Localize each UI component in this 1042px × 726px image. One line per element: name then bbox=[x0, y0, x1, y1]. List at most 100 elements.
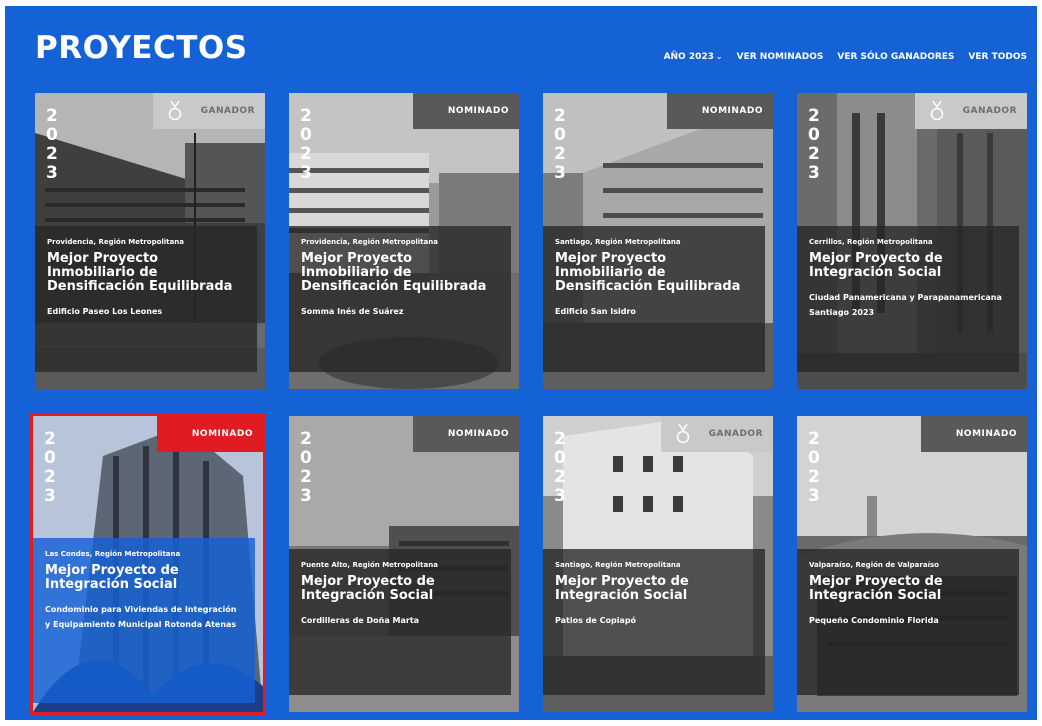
year-digit: 0 bbox=[554, 125, 566, 145]
project-name: Cordilleras de Doña Marta bbox=[301, 616, 420, 625]
year-vertical: 2023 bbox=[46, 107, 58, 183]
year-digit: 0 bbox=[300, 448, 312, 468]
project-location: Santiago, Región Metropolitana bbox=[555, 238, 681, 246]
project-info: Santiago, Región Metropolitana Mejor Pro… bbox=[543, 549, 765, 695]
badge-label: NOMINADO bbox=[447, 106, 509, 116]
year-digit: 3 bbox=[300, 486, 312, 506]
year-digit: 2 bbox=[46, 106, 58, 126]
project-card-8[interactable]: 2023 NOMINADO Valparaíso, Región de Valp… bbox=[797, 416, 1027, 712]
nominated-badge: NOMINADO bbox=[413, 93, 519, 129]
year-digit: 3 bbox=[808, 163, 820, 183]
year-digit: 0 bbox=[46, 125, 58, 145]
project-name: Patios de Copiapó bbox=[555, 616, 637, 625]
view-nominated-link[interactable]: VER NOMINADOS bbox=[737, 52, 824, 62]
filter-nav: AÑO 2023 ⌄ VER NOMINADOS VER SÓLO GANADOR… bbox=[664, 52, 1027, 62]
year-digit: 2 bbox=[808, 467, 820, 487]
year-digit: 0 bbox=[300, 125, 312, 145]
project-name: Condominio para Viviendas de Integración… bbox=[45, 605, 237, 629]
year-digit: 2 bbox=[300, 106, 312, 126]
year-vertical: 2023 bbox=[300, 430, 312, 506]
winner-badge: GANADOR bbox=[915, 93, 1027, 129]
project-name: Somma Inés de Suárez bbox=[301, 307, 404, 316]
project-location: Providencia, Región Metropolitana bbox=[47, 238, 184, 246]
year-vertical: 2023 bbox=[554, 107, 566, 183]
project-card-1[interactable]: 2023 GANADOR Providencia, Región Metropo… bbox=[35, 93, 265, 389]
year-digit: 0 bbox=[808, 448, 820, 468]
project-name: Ciudad Panamericana y Parapanamericana S… bbox=[809, 293, 1002, 317]
medal-icon bbox=[676, 424, 690, 444]
year-digit: 0 bbox=[808, 125, 820, 145]
year-digit: 0 bbox=[44, 448, 56, 468]
project-category: Mejor Proyecto de Integración Social bbox=[809, 251, 943, 280]
project-card-6[interactable]: 2023 NOMINADO Puente Alto, Región Metrop… bbox=[289, 416, 519, 712]
project-card-3[interactable]: 2023 NOMINADO Santiago, Región Metropoli… bbox=[543, 93, 773, 389]
project-location: Valparaíso, Región de Valparaíso bbox=[809, 561, 939, 569]
project-card-4[interactable]: 2023 GANADOR Cerrillos, Región Metropoli… bbox=[797, 93, 1027, 389]
project-info: Santiago, Región Metropolitana Mejor Pro… bbox=[543, 226, 765, 372]
winner-badge: GANADOR bbox=[153, 93, 265, 129]
project-card-2[interactable]: 2023 NOMINADO Providencia, Región Metrop… bbox=[289, 93, 519, 389]
year-vertical: 2023 bbox=[300, 107, 312, 183]
project-category: Mejor Proyecto Inmobiliario de Densifica… bbox=[301, 251, 487, 294]
badge-label: NOMINADO bbox=[955, 429, 1017, 439]
year-digit: 2 bbox=[554, 467, 566, 487]
badge-label: NOMINADO bbox=[447, 429, 509, 439]
project-name: Pequeño Condominio Florida bbox=[809, 616, 939, 625]
project-card-7[interactable]: 2023 GANADOR Santiago, Región Metropolit… bbox=[543, 416, 773, 712]
project-name: Edificio Paseo Los Leones bbox=[47, 307, 163, 316]
project-category: Mejor Proyecto Inmobiliario de Densifica… bbox=[47, 251, 233, 294]
badge-label: NOMINADO bbox=[701, 106, 763, 116]
year-vertical: 2023 bbox=[808, 107, 820, 183]
year-digit: 3 bbox=[44, 486, 56, 506]
view-all-link[interactable]: VER TODOS bbox=[968, 52, 1027, 62]
year-filter-dropdown[interactable]: AÑO 2023 ⌄ bbox=[664, 52, 723, 62]
medal-icon bbox=[930, 101, 944, 121]
view-winners-link[interactable]: VER SÓLO GANADORES bbox=[837, 52, 954, 62]
year-vertical: 2023 bbox=[44, 430, 56, 506]
project-location: Puente Alto, Región Metropolitana bbox=[301, 561, 438, 569]
project-location: Cerrillos, Región Metropolitana bbox=[809, 238, 933, 246]
nominated-badge: NOMINADO bbox=[157, 416, 263, 452]
badge-label: GANADOR bbox=[962, 106, 1017, 116]
year-digit: 2 bbox=[300, 467, 312, 487]
year-filter-label: AÑO 2023 bbox=[663, 52, 714, 62]
projects-page: PROYECTOS AÑO 2023 ⌄ VER NOMINADOS VER SÓ… bbox=[5, 6, 1037, 720]
year-digit: 3 bbox=[46, 163, 58, 183]
year-digit: 2 bbox=[46, 144, 58, 164]
winner-badge: GANADOR bbox=[661, 416, 773, 452]
year-digit: 2 bbox=[554, 106, 566, 126]
project-category: Mejor Proyecto de Integración Social bbox=[301, 574, 435, 603]
project-location: Las Condes, Región Metropolitana bbox=[45, 550, 181, 558]
project-category: Mejor Proyecto de Integración Social bbox=[555, 574, 689, 603]
project-location: Providencia, Región Metropolitana bbox=[301, 238, 438, 246]
nominated-badge: NOMINADO bbox=[667, 93, 773, 129]
badge-label: NOMINADO bbox=[191, 429, 253, 439]
year-digit: 2 bbox=[44, 467, 56, 487]
nominated-badge: NOMINADO bbox=[413, 416, 519, 452]
year-digit: 2 bbox=[554, 144, 566, 164]
project-category: Mejor Proyecto de Integración Social bbox=[45, 563, 179, 592]
project-info: Providencia, Región Metropolitana Mejor … bbox=[35, 226, 257, 372]
project-name: Edificio San Isidro bbox=[555, 307, 636, 316]
year-digit: 0 bbox=[554, 448, 566, 468]
year-digit: 2 bbox=[808, 106, 820, 126]
project-location: Santiago, Región Metropolitana bbox=[555, 561, 681, 569]
page-title: PROYECTOS bbox=[35, 30, 248, 66]
medal-icon bbox=[168, 101, 182, 121]
badge-label: GANADOR bbox=[708, 429, 763, 439]
project-info: Las Condes, Región Metropolitana Mejor P… bbox=[33, 538, 255, 703]
year-digit: 3 bbox=[808, 486, 820, 506]
project-info: Puente Alto, Región Metropolitana Mejor … bbox=[289, 549, 511, 695]
year-digit: 2 bbox=[300, 144, 312, 164]
year-vertical: 2023 bbox=[808, 430, 820, 506]
project-category: Mejor Proyecto de Integración Social bbox=[809, 574, 943, 603]
year-digit: 2 bbox=[554, 429, 566, 449]
project-category: Mejor Proyecto Inmobiliario de Densifica… bbox=[555, 251, 741, 294]
year-digit: 2 bbox=[808, 144, 820, 164]
year-digit: 2 bbox=[300, 429, 312, 449]
year-digit: 2 bbox=[44, 429, 56, 449]
year-vertical: 2023 bbox=[554, 430, 566, 506]
project-card-5[interactable]: 2023 NOMINADO Las Condes, Región Metropo… bbox=[30, 413, 266, 715]
year-digit: 3 bbox=[554, 163, 566, 183]
chevron-down-icon: ⌄ bbox=[715, 52, 723, 61]
